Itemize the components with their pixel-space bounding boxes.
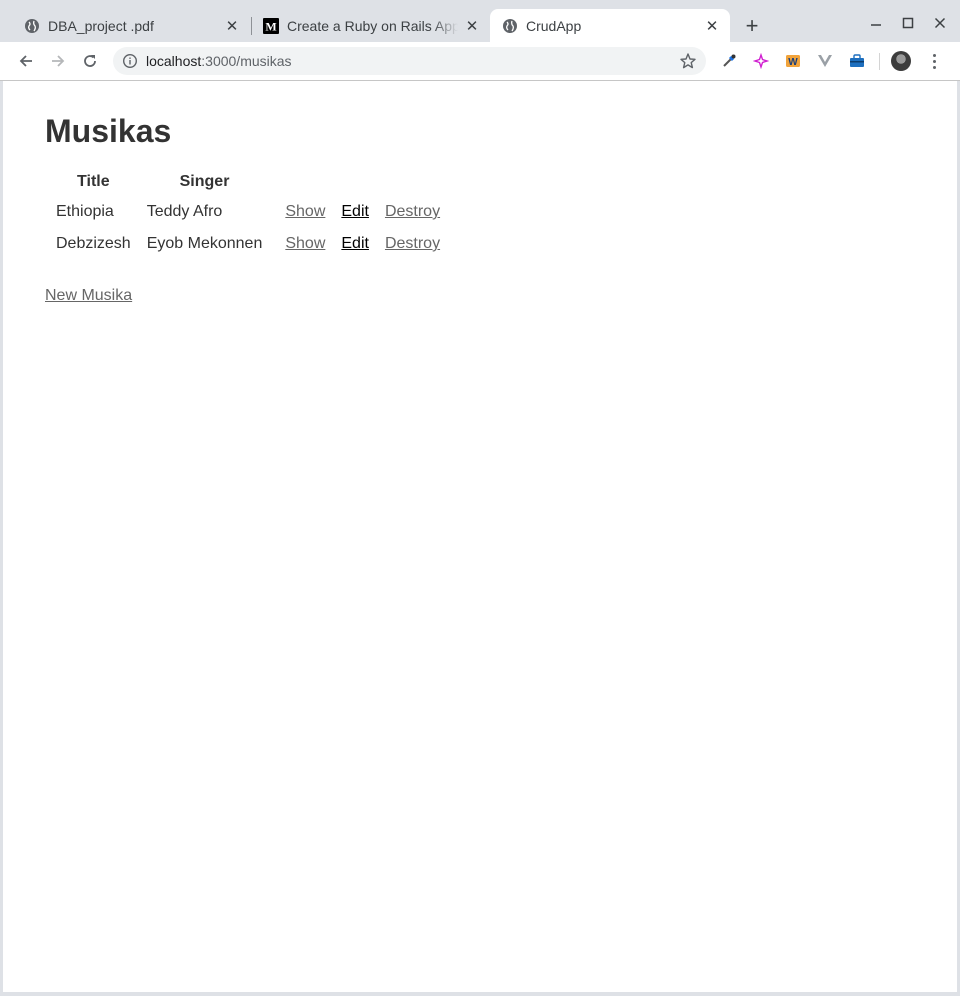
globe-icon xyxy=(24,18,40,34)
destroy-link[interactable]: Destroy xyxy=(385,235,440,252)
column-header-singer: Singer xyxy=(179,173,230,190)
show-link[interactable]: Show xyxy=(285,203,325,220)
close-tab-icon[interactable]: ✕ xyxy=(704,18,720,35)
table-header-row: Title Singer xyxy=(49,169,447,195)
svg-text:M: M xyxy=(265,19,276,33)
cell-edit: Edit xyxy=(334,197,376,227)
tab-crudapp[interactable]: CrudApp ✕ xyxy=(490,9,730,42)
edit-link[interactable]: Edit xyxy=(341,203,369,220)
tab-title: DBA_project .pdf xyxy=(48,17,154,34)
page-viewport: Musikas Title Singer Ethiopia Teddy Afro… xyxy=(3,81,957,992)
profile-avatar[interactable] xyxy=(891,51,911,71)
cell-title: Ethiopia xyxy=(56,203,114,220)
close-tab-icon[interactable]: ✕ xyxy=(464,18,480,35)
table-row: Debzizesh Eyob Mekonnen Show Edit Destro… xyxy=(49,229,447,259)
destroy-link[interactable]: Destroy xyxy=(385,203,440,220)
globe-icon xyxy=(502,18,518,34)
close-window-button[interactable] xyxy=(928,12,952,34)
sparkle-extension-icon[interactable] xyxy=(752,52,770,70)
edit-link[interactable]: Edit xyxy=(341,235,369,252)
cell-destroy: Destroy xyxy=(378,197,447,227)
cell-singer: Eyob Mekonnen xyxy=(146,235,263,252)
tab-title: CrudApp xyxy=(526,17,582,34)
eyedropper-extension-icon[interactable] xyxy=(720,52,738,70)
arrow-right-icon xyxy=(52,55,65,67)
show-link[interactable]: Show xyxy=(285,235,325,252)
medium-logo-icon: M xyxy=(263,17,279,34)
url-path: :3000/musikas xyxy=(201,53,292,69)
column-header-title: Title xyxy=(77,173,110,190)
table-row: Ethiopia Teddy Afro Show Edit Destroy xyxy=(49,197,447,227)
info-icon[interactable] xyxy=(122,53,138,69)
forward-button[interactable] xyxy=(46,49,70,73)
new-tab-button[interactable]: + xyxy=(740,13,764,38)
reload-button[interactable] xyxy=(78,49,102,73)
reload-icon xyxy=(84,55,96,67)
cell-destroy: Destroy xyxy=(378,229,447,259)
page-title: Musikas xyxy=(45,113,172,149)
bookmark-star-icon[interactable] xyxy=(679,52,697,70)
browser-toolbar: localhost:3000/musikas W xyxy=(0,42,960,81)
tab-strip: DBA_project .pdf ✕ M Create a Ruby on Ra… xyxy=(0,0,960,42)
tab-create-rails-app[interactable]: M Create a Ruby on Rails App ✕ xyxy=(252,9,490,42)
browser-menu-icon[interactable] xyxy=(926,51,942,71)
close-icon xyxy=(934,17,946,29)
cell-show: Show xyxy=(271,229,332,259)
svg-text:W: W xyxy=(788,57,798,68)
new-musika-link[interactable]: New Musika xyxy=(45,287,132,305)
close-tab-icon[interactable]: ✕ xyxy=(224,18,240,35)
cell-edit: Edit xyxy=(334,229,376,259)
back-button[interactable] xyxy=(14,49,38,73)
maximize-icon xyxy=(902,17,914,29)
musikas-table: Title Singer Ethiopia Teddy Afro Show Ed… xyxy=(47,167,449,261)
tab-dba-project[interactable]: DBA_project .pdf ✕ xyxy=(0,9,250,42)
toolbox-extension-icon[interactable] xyxy=(848,52,866,70)
cell-title: Debzizesh xyxy=(56,235,131,252)
arrow-left-icon xyxy=(19,55,32,67)
cell-singer: Teddy Afro xyxy=(146,203,223,220)
word-extension-icon[interactable]: W xyxy=(784,52,802,70)
toolbar-divider xyxy=(879,53,880,70)
minimize-button[interactable] xyxy=(864,12,888,34)
address-bar[interactable]: localhost:3000/musikas xyxy=(113,47,706,75)
window-bottom-border xyxy=(0,992,960,996)
minimize-icon xyxy=(871,24,881,26)
cell-show: Show xyxy=(271,197,332,227)
tab-title: Create a Ruby on Rails App xyxy=(287,17,458,34)
maximize-button[interactable] xyxy=(896,12,920,34)
plus-icon: + xyxy=(745,13,759,38)
url-text: localhost:3000/musikas xyxy=(146,53,292,69)
url-host: localhost xyxy=(146,53,202,69)
column-header-spacer xyxy=(271,169,447,195)
vue-devtools-extension-icon[interactable] xyxy=(816,52,834,70)
